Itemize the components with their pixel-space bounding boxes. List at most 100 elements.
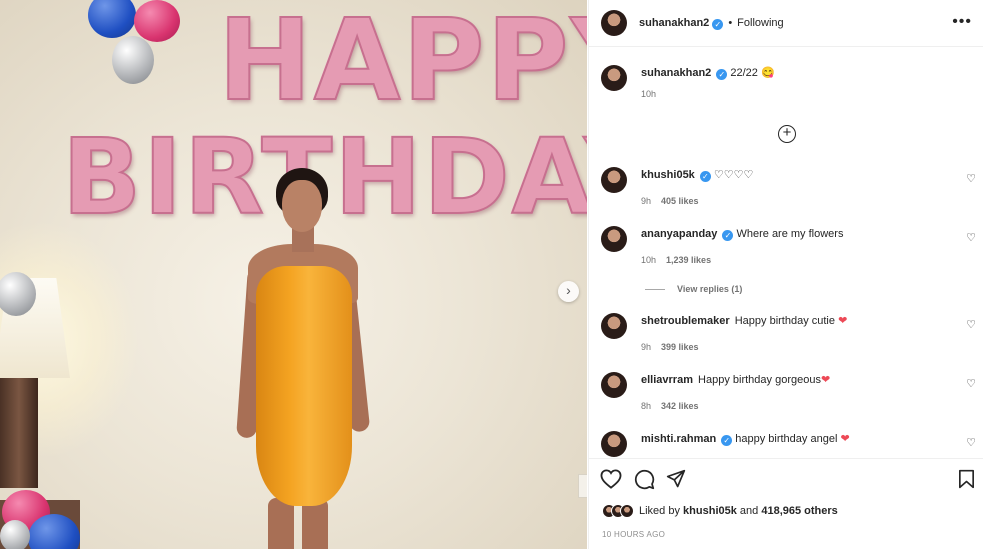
red-heart-emoji: ❤ <box>820 374 831 386</box>
post-photo: HAPPY BIRTHDAY › <box>0 0 587 549</box>
person-in-orange-dress <box>232 168 382 549</box>
liked-by-middle: and <box>739 505 759 517</box>
like-heart-icon[interactable] <box>600 469 622 489</box>
comment-bubble-icon[interactable] <box>634 469 655 490</box>
comment-likes[interactable]: 399 likes <box>661 342 699 352</box>
post-actions: Liked by khushi05k and 418,965 others 10… <box>589 458 983 549</box>
avatar[interactable] <box>601 65 627 91</box>
comment-text: Happy birthday gorgeous <box>698 374 821 386</box>
comment-username[interactable]: ananyapanday <box>641 228 717 240</box>
comment-row: mishti.rahman ✓ happy birthday angel ❤ <box>601 431 850 457</box>
liked-by: Liked by khushi05k and 418,965 others <box>602 504 838 518</box>
avatar[interactable] <box>601 10 627 36</box>
silver-balloon <box>112 36 154 84</box>
comment-text: Happy birthday cutie <box>734 315 835 327</box>
comment-text: happy birthday angel <box>735 433 838 445</box>
verified-badge-icon: ✓ <box>712 18 724 30</box>
caption-username[interactable]: suhanakhan2 <box>641 67 711 79</box>
caption-body: suhanakhan2 ✓ 22/22 😋 10h <box>641 65 775 99</box>
caption-row: suhanakhan2 ✓ 22/22 😋 10h <box>601 65 775 99</box>
comment-likes[interactable]: 405 likes <box>661 196 699 206</box>
next-photo-button[interactable]: › <box>558 281 579 302</box>
comment-likes[interactable]: 342 likes <box>661 401 699 411</box>
comment-body: ananyapanday ✓ Where are my flowers 10h 1,… <box>641 226 843 265</box>
more-options-icon[interactable]: ••• <box>952 13 972 31</box>
caption-meta: 10h <box>641 89 775 99</box>
comment-meta: 8h 342 likes <box>641 401 830 411</box>
red-heart-emoji: ❤ <box>840 433 850 445</box>
comment-text: Where are my flowers <box>736 228 844 240</box>
view-replies-link[interactable]: View replies (1) <box>645 284 742 294</box>
comment-row: shetroublemaker Happy birthday cutie ❤ 9… <box>601 313 847 352</box>
comment-likes[interactable]: 1,239 likes <box>666 255 711 265</box>
left-leg <box>268 498 294 549</box>
comment-row: ananyapanday ✓ Where are my flowers 10h 1,… <box>601 226 843 265</box>
caption-text: 22/22 😋 <box>730 67 775 79</box>
comment-text-line: elliavrram Happy birthday gorgeous❤ <box>641 372 830 388</box>
caption-text-line: suhanakhan2 ✓ 22/22 😋 <box>641 65 775 81</box>
verified-badge-icon: ✓ <box>721 435 733 446</box>
comment-text-line: khushi05k ✓ ♡♡♡♡ <box>641 167 753 183</box>
load-more-comments-icon[interactable]: + <box>778 125 796 143</box>
comment-row: elliavrram Happy birthday gorgeous❤ 8h 34… <box>601 372 830 411</box>
comment-body: elliavrram Happy birthday gorgeous❤ 8h 34… <box>641 372 830 411</box>
avatar[interactable] <box>601 313 627 339</box>
happy-foil-balloons: HAPPY <box>217 0 587 127</box>
comment-like-icon[interactable]: ♡ <box>966 172 976 185</box>
comment-text: ♡♡♡♡ <box>713 169 754 181</box>
post-timestamp: 10 HOURS AGO <box>602 530 666 539</box>
blue-balloon <box>88 0 136 38</box>
comment-text-line: shetroublemaker Happy birthday cutie ❤ <box>641 313 847 329</box>
lamp-base <box>0 378 38 488</box>
red-heart-emoji: ❤ <box>838 315 848 327</box>
save-bookmark-icon[interactable] <box>958 469 975 489</box>
comment-text-line: mishti.rahman ✓ happy birthday angel ❤ <box>641 431 850 447</box>
comment-body: shetroublemaker Happy birthday cutie ❤ 9… <box>641 313 847 352</box>
verified-badge-icon: ✓ <box>699 171 711 182</box>
comment-time: 10h <box>641 255 657 265</box>
comment-like-icon[interactable]: ♡ <box>966 318 976 331</box>
caption-time: 10h <box>641 89 657 99</box>
liked-by-text: Liked by khushi05k and 418,965 others <box>639 505 838 517</box>
avatar[interactable] <box>601 167 627 193</box>
comment-time: 9h <box>641 196 652 206</box>
comment-time: 8h <box>641 401 652 411</box>
avatar[interactable] <box>601 431 627 457</box>
comment-text-line: ananyapanday ✓ Where are my flowers <box>641 226 843 242</box>
wall-socket <box>578 474 587 498</box>
comment-like-icon[interactable]: ♡ <box>966 436 976 449</box>
separator-dot: • <box>728 16 733 29</box>
comment-like-icon[interactable]: ♡ <box>966 377 976 390</box>
liked-by-prefix: Liked by <box>639 505 680 517</box>
liked-by-others[interactable]: 418,965 others <box>761 505 837 517</box>
avatar[interactable] <box>601 372 627 398</box>
verified-badge-icon: ✓ <box>722 230 734 241</box>
pink-balloon <box>134 0 180 42</box>
share-paper-plane-icon[interactable] <box>666 469 686 489</box>
comment-meta: 9h 405 likes <box>641 196 753 206</box>
liker-avatar <box>620 504 634 518</box>
following-button[interactable]: Following <box>737 17 783 29</box>
comment-row: khushi05k ✓ ♡♡♡♡ 9h 405 likes <box>601 167 753 206</box>
orange-dress <box>256 266 352 506</box>
header-username-wrap: suhanakhan2 ✓ • Following <box>639 17 784 30</box>
comment-username[interactable]: shetroublemaker <box>641 315 730 327</box>
post-header: suhanakhan2 ✓ • Following ••• <box>589 0 983 47</box>
comment-like-icon[interactable]: ♡ <box>966 231 976 244</box>
post-details-panel: suhanakhan2 ✓ • Following ••• suhanakhan2 ✓ … <box>588 0 983 549</box>
comment-username[interactable]: elliavrram <box>641 374 693 386</box>
silver-balloon <box>0 520 30 549</box>
comment-username[interactable]: mishti.rahman <box>641 433 716 445</box>
liked-by-user[interactable]: khushi05k <box>683 505 737 517</box>
header-username[interactable]: suhanakhan2 <box>639 17 709 29</box>
avatar[interactable] <box>601 226 627 252</box>
comment-meta: 9h 399 likes <box>641 342 847 352</box>
comment-meta: 10h 1,239 likes <box>641 255 843 265</box>
comment-body: khushi05k ✓ ♡♡♡♡ 9h 405 likes <box>641 167 753 206</box>
comment-body: mishti.rahman ✓ happy birthday angel ❤ <box>641 431 850 457</box>
comment-username[interactable]: khushi05k <box>641 169 695 181</box>
verified-badge-icon: ✓ <box>716 69 728 80</box>
comments-list: suhanakhan2 ✓ 22/22 😋 10h + khushi05k ✓ ♡♡… <box>589 48 983 458</box>
comment-time: 9h <box>641 342 652 352</box>
face <box>282 180 322 232</box>
